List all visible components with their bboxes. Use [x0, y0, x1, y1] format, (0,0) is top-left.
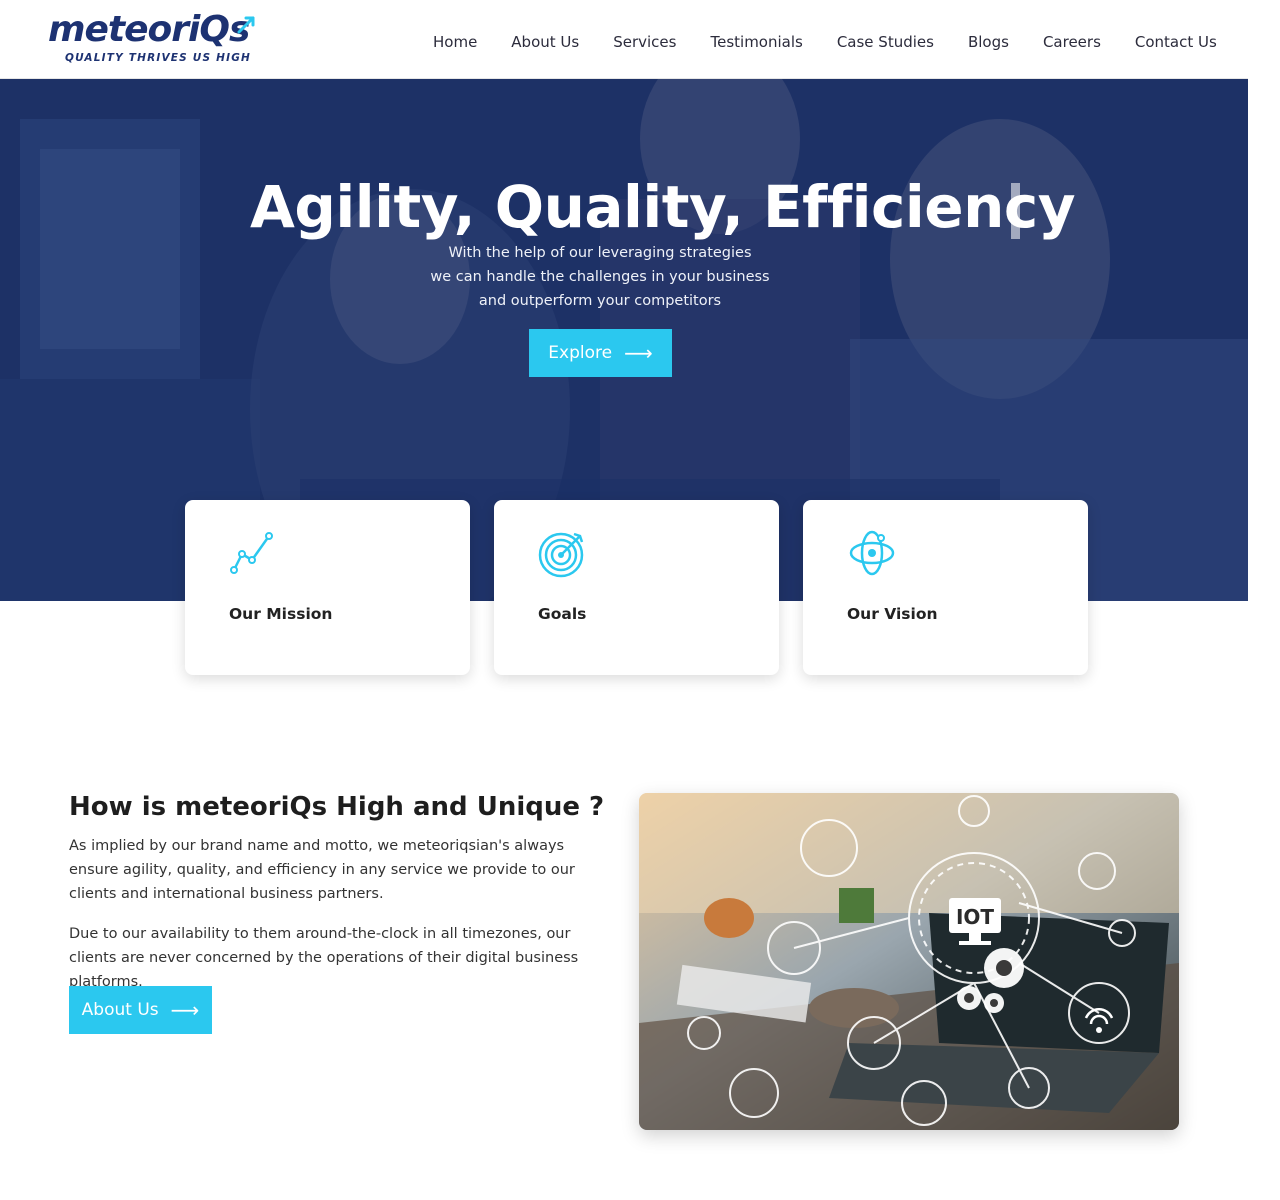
iot-illustration: IOT	[639, 793, 1179, 1130]
orbit-icon	[849, 530, 895, 576]
nav-case-studies[interactable]: Case Studies	[837, 33, 934, 51]
nav-contact-us[interactable]: Contact Us	[1135, 33, 1217, 51]
iot-label: IOT	[956, 905, 994, 929]
card-title: Goals	[538, 605, 587, 623]
hero-subtitle-line-2: we can handle the challenges in your bus…	[430, 269, 770, 285]
page: meteoriQs QUALITY THRIVES US HIGH Home A…	[0, 0, 1280, 1200]
card-mission[interactable]: Our Mission	[185, 500, 470, 675]
card-title: Our Mission	[229, 605, 333, 623]
explore-button-label: Explore	[548, 343, 613, 363]
explore-button[interactable]: Explore ⟶	[529, 329, 672, 377]
chart-line-icon	[230, 532, 273, 574]
target-icon	[538, 532, 584, 578]
hero-subtitle: With the help of our leveraging strategi…	[400, 241, 800, 313]
about-heading: How is meteoriQs High and Unique ?	[69, 792, 605, 822]
brand-name: meteoriQs	[48, 9, 250, 50]
about-paragraph-2: Due to our availability to them around-t…	[69, 926, 579, 990]
site-header: meteoriQs QUALITY THRIVES US HIGH Home A…	[0, 0, 1248, 79]
about-us-button-label: About Us	[81, 1000, 159, 1020]
card-title: Our Vision	[847, 605, 938, 623]
nav-services[interactable]: Services	[613, 33, 676, 51]
about-us-button[interactable]: About Us ⟶	[69, 986, 212, 1034]
arrow-right-icon: ⟶	[624, 341, 653, 365]
arrow-right-icon: ⟶	[170, 998, 200, 1022]
hero-subtitle-line-1: With the help of our leveraging strategi…	[448, 245, 752, 261]
nav-about-us[interactable]: About Us	[511, 33, 579, 51]
iot-image: IOT	[639, 793, 1179, 1130]
hero-subtitle-line-3: and outperform your competitors	[478, 293, 722, 309]
logo-arrow-icon	[237, 16, 255, 34]
brand-logo[interactable]: meteoriQs QUALITY THRIVES US HIGH	[48, 10, 258, 70]
nav-home[interactable]: Home	[433, 33, 477, 51]
about-paragraph-1: As implied by our brand name and motto, …	[69, 838, 575, 902]
hero-title: Agility, Quality, Efficiency	[250, 173, 1076, 241]
card-vision[interactable]: Our Vision	[803, 500, 1088, 675]
nav-blogs[interactable]: Blogs	[968, 33, 1009, 51]
nav-careers[interactable]: Careers	[1043, 33, 1101, 51]
typing-cursor	[1011, 183, 1020, 239]
card-goals[interactable]: Goals	[494, 500, 779, 675]
main-nav: Home About Us Services Testimonials Case…	[433, 33, 1217, 51]
nav-testimonials[interactable]: Testimonials	[710, 33, 802, 51]
brand-tagline: QUALITY THRIVES US HIGH	[65, 52, 252, 64]
